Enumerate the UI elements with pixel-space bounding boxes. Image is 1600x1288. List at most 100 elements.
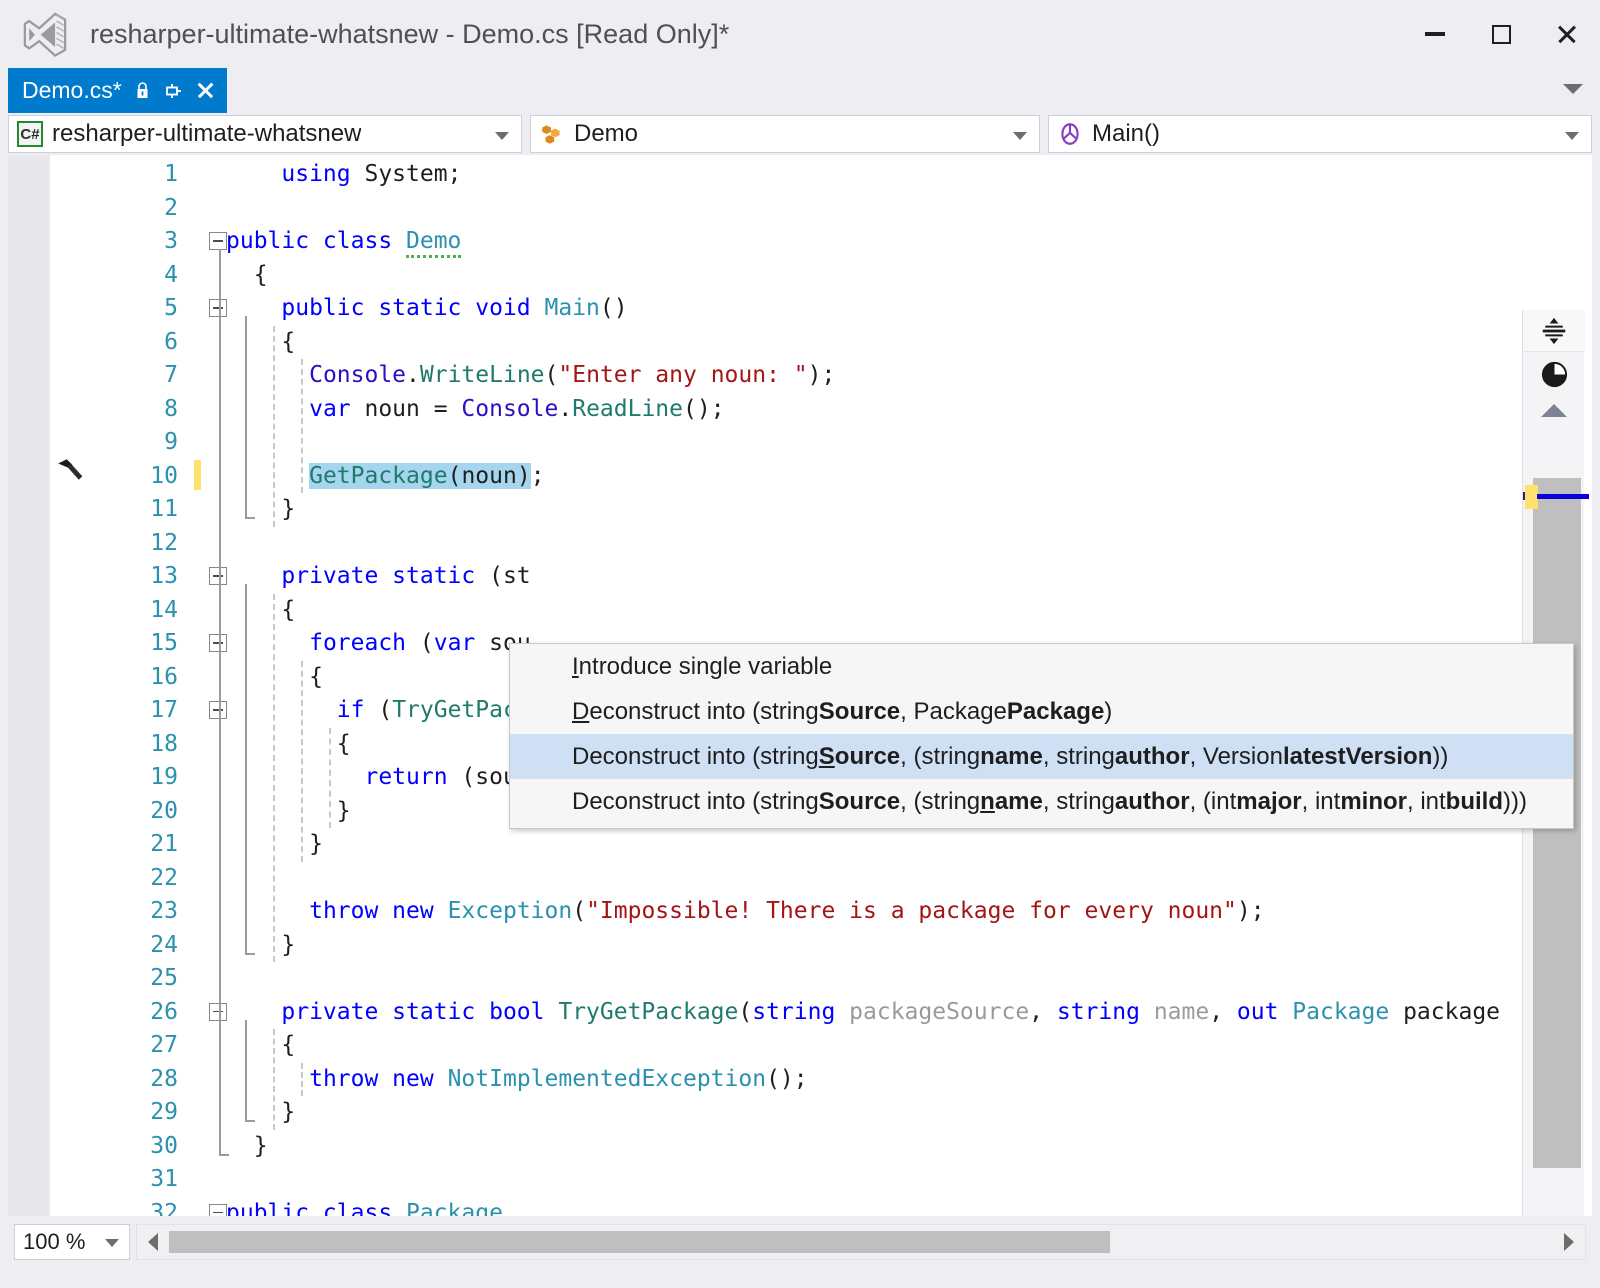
fold-toggle[interactable]: [209, 1002, 227, 1021]
code-line[interactable]: throw new NotImplementedException();: [226, 1063, 1502, 1097]
code-line[interactable]: [226, 192, 1502, 226]
code-line[interactable]: }: [226, 1130, 1502, 1164]
code-line[interactable]: private static bool TryGetPackage(string…: [226, 996, 1502, 1030]
refactoring-popup-menu[interactable]: Introduce single variable Deconstruct int…: [509, 643, 1574, 829]
code-token: Exception: [447, 898, 573, 924]
menu-item-deconstruct-major-minor-build[interactable]: Deconstruct into (string Source, (string…: [510, 779, 1573, 824]
code-token: .: [406, 362, 420, 388]
resharper-status-button[interactable]: [1523, 352, 1585, 396]
lock-icon[interactable]: [135, 81, 150, 100]
code-token: throw new: [309, 1065, 448, 1092]
code-line[interactable]: {: [226, 594, 1502, 628]
code-line[interactable]: {: [226, 326, 1502, 360]
fold-toggle[interactable]: [209, 701, 227, 719]
code-line[interactable]: public static void Main(): [226, 292, 1502, 326]
code-token: NotImplementedException: [447, 1065, 767, 1092]
tab-demo-cs[interactable]: Demo.cs*: [8, 68, 227, 113]
code-token: "Enter any noun: ": [558, 362, 808, 388]
code-token: (: [447, 462, 462, 489]
code-editor[interactable]: 1 2 3 4 5 6 7 8 9 10 11 12 13 14 15 16 17 18 19 20 21 22 23 24 2…: [0, 155, 1600, 1288]
code-token: {: [226, 1032, 296, 1058]
code-line[interactable]: [226, 426, 1502, 460]
scroll-right-button[interactable]: [1553, 1233, 1585, 1251]
code-token: );: [1236, 898, 1265, 924]
chevron-down-icon[interactable]: [1563, 84, 1583, 94]
code-line[interactable]: {: [226, 259, 1502, 293]
fold-guide-line: [245, 1019, 247, 1120]
code-line[interactable]: }: [226, 828, 1502, 862]
indent-guide: [273, 1029, 275, 1130]
chevron-down-icon: [495, 132, 509, 140]
code-line[interactable]: public class Demo: [226, 225, 1502, 259]
menu-item-text: econstruct into (string: [589, 697, 819, 725]
code-line[interactable]: [226, 862, 1502, 896]
scroll-left-button[interactable]: [137, 1233, 169, 1251]
minimize-button[interactable]: [1402, 0, 1468, 68]
line-number: 20: [150, 797, 178, 824]
line-number: 16: [150, 663, 178, 690]
zoom-level-dropdown[interactable]: 100 %: [14, 1224, 130, 1260]
fold-toggle[interactable]: [209, 299, 227, 317]
fold-toggle[interactable]: [209, 232, 227, 250]
code-line[interactable]: public class Package: [226, 1197, 1502, 1217]
code-token: (: [378, 697, 393, 723]
horizontal-scrollbar-thumb[interactable]: [169, 1231, 1111, 1253]
code-line[interactable]: [226, 527, 1502, 561]
code-line[interactable]: {: [226, 1029, 1502, 1063]
tab-label: Demo.cs*: [22, 77, 122, 103]
code-line[interactable]: }: [226, 1096, 1502, 1130]
code-token: ;: [447, 161, 462, 187]
menu-item-text: , int: [1406, 787, 1446, 815]
code-line[interactable]: var noun = Console.ReadLine();: [226, 393, 1502, 427]
line-number: 23: [150, 898, 178, 924]
code-token: }: [226, 1099, 296, 1125]
horizontal-scrollbar[interactable]: [136, 1224, 1586, 1260]
code-token: return: [364, 764, 462, 790]
close-button[interactable]: [1534, 0, 1600, 68]
type-dropdown[interactable]: Demo: [530, 115, 1040, 153]
code-token: }: [226, 931, 296, 958]
member-dropdown[interactable]: Main(): [1048, 115, 1592, 153]
code-token: ();: [683, 395, 725, 422]
member-dropdown-label: Main(): [1092, 120, 1161, 147]
line-number: 13: [150, 563, 178, 589]
code-line[interactable]: }: [226, 493, 1502, 527]
code-line[interactable]: Console.WriteLine("Enter any noun: ");: [226, 359, 1502, 393]
pin-icon[interactable]: [163, 81, 183, 101]
code-token: Main: [544, 295, 600, 321]
maximize-button[interactable]: [1468, 0, 1534, 68]
horizontal-scroll-track[interactable]: [169, 1229, 1553, 1255]
code-token: Console: [309, 362, 407, 388]
line-number: 12: [150, 529, 178, 556]
menu-item-text: )): [1432, 742, 1449, 770]
quickfix-hammer-icon[interactable]: [54, 455, 88, 489]
code-line[interactable]: }: [226, 929, 1502, 963]
code-line[interactable]: throw new Exception("Impossible! There i…: [226, 895, 1502, 929]
menu-item-text: ): [1104, 697, 1113, 725]
fold-toggle[interactable]: [209, 567, 227, 585]
code-token: packageSource: [849, 998, 1030, 1025]
menu-item-deconstruct-package[interactable]: Deconstruct into (string Source, Package…: [510, 689, 1573, 734]
scroll-up-button[interactable]: [1523, 404, 1584, 417]
menu-item-text: D: [572, 697, 590, 725]
split-view-icon: [1542, 317, 1566, 344]
code-line[interactable]: private static (st: [226, 560, 1502, 594]
tab-close-button[interactable]: [196, 81, 215, 100]
menu-item-deconstruct-version[interactable]: Deconstruct into (string Source, (string…: [510, 734, 1573, 779]
code-token: Console: [461, 395, 559, 422]
project-dropdown[interactable]: C# resharper-ultimate-whatsnew: [8, 115, 522, 153]
line-number: 31: [150, 1166, 178, 1192]
menu-item-introduce-single-variable[interactable]: Introduce single variable: [510, 644, 1573, 689]
class-icon: [542, 125, 560, 144]
split-view-button[interactable]: [1523, 310, 1585, 352]
code-line[interactable]: using System;: [226, 158, 1502, 192]
code-line[interactable]: [226, 1163, 1502, 1197]
code-line[interactable]: [226, 962, 1502, 996]
fold-toggle[interactable]: [209, 634, 227, 652]
code-line[interactable]: GetPackage(noun);: [226, 460, 1502, 494]
indent-guide: [301, 1062, 303, 1096]
